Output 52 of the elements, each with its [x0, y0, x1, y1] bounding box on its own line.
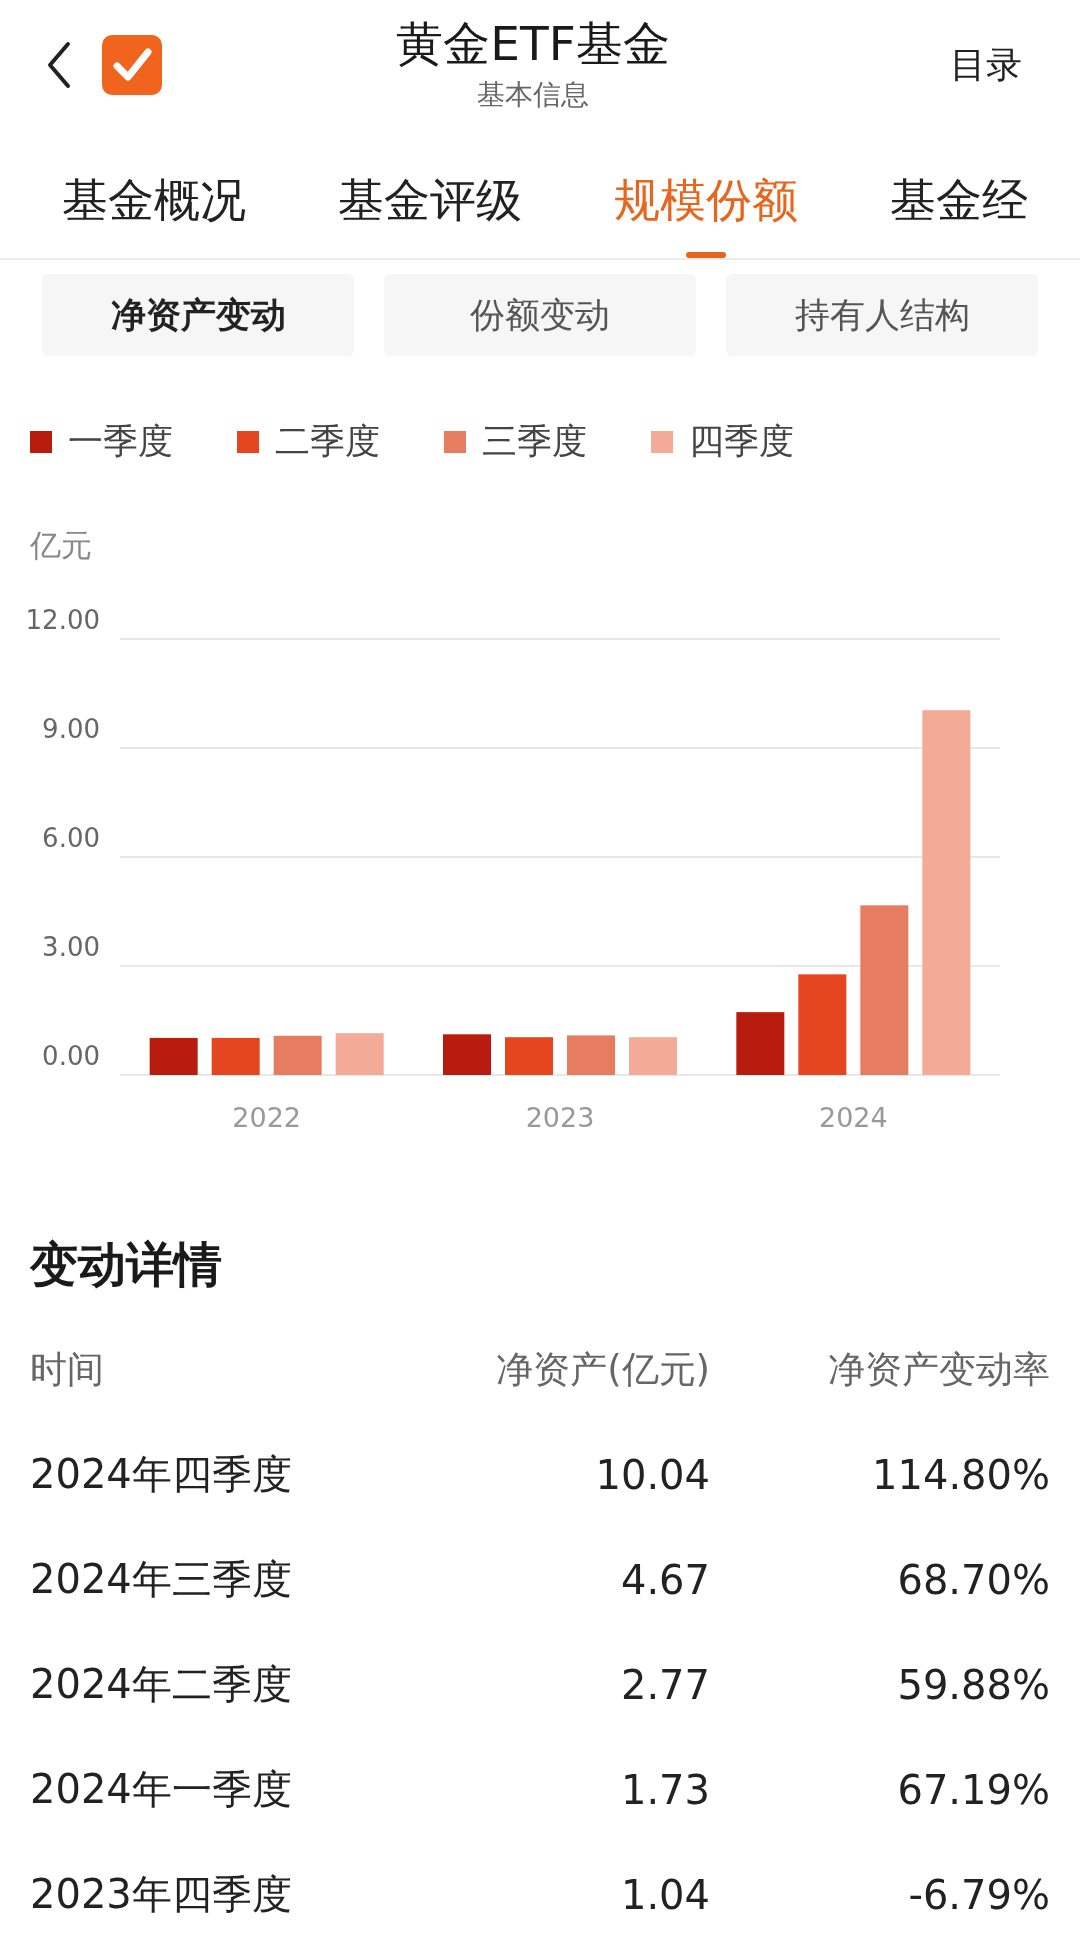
y-tick-label: 12.00 [25, 605, 100, 635]
table-cell-text: 10.04 [594, 1451, 710, 1498]
y-tick-label: 9.00 [42, 714, 100, 744]
x-axis-label: 2024 [818, 1102, 888, 1133]
checkmark-logo-icon [102, 35, 162, 95]
table-cell-text: 2024年一季度 [30, 1765, 293, 1814]
legend-label: 一季度 [68, 420, 173, 463]
legend-label: 三季度 [482, 420, 587, 463]
legend-label: 四季度 [689, 420, 794, 463]
table-cell-text: 114.80% [871, 1451, 1050, 1498]
table-cell-text: 68.70% [896, 1556, 1050, 1603]
table-cell-text: 67.19% [896, 1766, 1050, 1813]
tab-indicator [686, 252, 726, 258]
legend-label: 二季度 [275, 420, 380, 463]
segment-tab[interactable]: 份额变动 [384, 274, 696, 356]
section-title: 变动详情 [29, 1235, 223, 1294]
table-cell-text: 1.73 [619, 1766, 710, 1813]
segment-tab[interactable]: 持有人结构 [726, 274, 1038, 356]
bar [149, 1037, 198, 1075]
bar [629, 1037, 677, 1075]
bar [211, 1037, 260, 1075]
table-cell-text: 2024年三季度 [30, 1555, 293, 1604]
page-title: 黄金ETF基金 [396, 15, 670, 73]
column-header: 净资产变动率 [827, 1346, 1050, 1393]
bar [505, 1037, 553, 1075]
catalog-link[interactable]: 目录 [822, 40, 1022, 90]
tab[interactable]: 基金评级 [338, 130, 522, 258]
x-axis-label: 2022 [232, 1102, 302, 1133]
y-tick-label: 0.00 [42, 1041, 100, 1071]
table-cell-text: -6.79% [907, 1871, 1050, 1918]
table-cell-text: 2024年二季度 [30, 1660, 293, 1709]
tab[interactable]: 基金经 [890, 130, 1028, 258]
segment-tab[interactable]: 净资产变动 [42, 274, 354, 356]
column-header: 时间 [30, 1346, 105, 1393]
bar [443, 1034, 491, 1075]
table-cell-text: 4.67 [619, 1556, 710, 1603]
y-tick-label: 3.00 [42, 932, 100, 962]
x-axis-label: 2023 [525, 1102, 595, 1133]
page-subtitle: 基本信息 [477, 77, 589, 114]
bar [273, 1035, 322, 1075]
bar [567, 1035, 615, 1075]
tab[interactable]: 基金概况 [62, 130, 246, 258]
bar [736, 1012, 785, 1075]
axis-unit-label: 亿元 [29, 526, 93, 565]
table-cell-text: 1.04 [619, 1871, 710, 1918]
table-cell-text: 2023年四季度 [30, 1870, 293, 1919]
table-cell-text: 2024年四季度 [30, 1450, 293, 1499]
bar [335, 1033, 384, 1075]
table-cell-text: 59.88% [896, 1661, 1050, 1708]
table-cell-text: 2.77 [619, 1661, 710, 1708]
y-tick-label: 6.00 [42, 823, 100, 853]
column-header: 净资产(亿元) [495, 1346, 710, 1393]
